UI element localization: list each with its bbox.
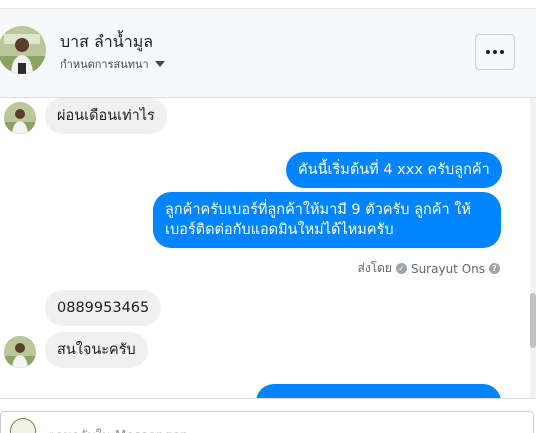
message-scrollbar[interactable]	[530, 98, 536, 398]
scrollbar-thumb[interactable]	[530, 293, 536, 348]
message-bubble-outgoing-partial[interactable]	[256, 384, 501, 398]
top-divider	[0, 0, 536, 9]
conversation-status-dropdown[interactable]: กำหนดการสนทนา	[60, 55, 165, 73]
conversation-status-label: กำหนดการสนทนา	[60, 58, 149, 71]
contact-avatar-small	[4, 102, 36, 134]
message-bubble-incoming[interactable]: สนใจนะครับ	[45, 332, 148, 368]
message-bubble-incoming[interactable]: ผ่อนเดือนเท่าไร	[45, 98, 167, 134]
message-thread: ผ่อนเดือนเท่าไร คันนี้เริ่มต้นที่ 4 xxx …	[0, 98, 536, 398]
sent-by-name[interactable]: Surayut Ons	[411, 262, 485, 276]
contact-avatar[interactable]	[0, 26, 46, 74]
reply-bar: ตอบกลับใน Messenger	[0, 398, 536, 433]
more-horizontal-icon	[486, 50, 490, 54]
message-bubble-outgoing[interactable]: คันนี้เริ่มต้นที่ 4 xxx ครับลูกค้า	[286, 152, 502, 188]
help-circle-icon[interactable]: ?	[489, 263, 500, 274]
contact-avatar-small	[4, 336, 36, 368]
sent-by-row: ส่งโดย ✓ Surayut Ons ?	[357, 259, 500, 278]
more-options-button[interactable]	[475, 34, 515, 70]
message-bubble-outgoing[interactable]: ลูกค้าครับเบอร์ที่ลูกค้าให้มามี 9 ตัวครั…	[153, 192, 501, 248]
messenger-conversation-panel: บาส ลำน้ำมูล กำหนดการสนทนา ผ่อนเดือนเท่า…	[0, 0, 536, 433]
contact-name[interactable]: บาส ลำน้ำมูล	[60, 30, 153, 55]
conversation-header: บาส ลำน้ำมูล กำหนดการสนทนา	[0, 9, 536, 98]
check-circle-icon: ✓	[395, 263, 407, 274]
caret-down-icon	[154, 61, 165, 67]
reply-placeholder: ตอบกลับใน Messenger	[47, 425, 186, 433]
message-bubble-incoming[interactable]: 0889953465	[45, 290, 162, 326]
sent-by-prefix: ส่งโดย	[357, 261, 392, 275]
